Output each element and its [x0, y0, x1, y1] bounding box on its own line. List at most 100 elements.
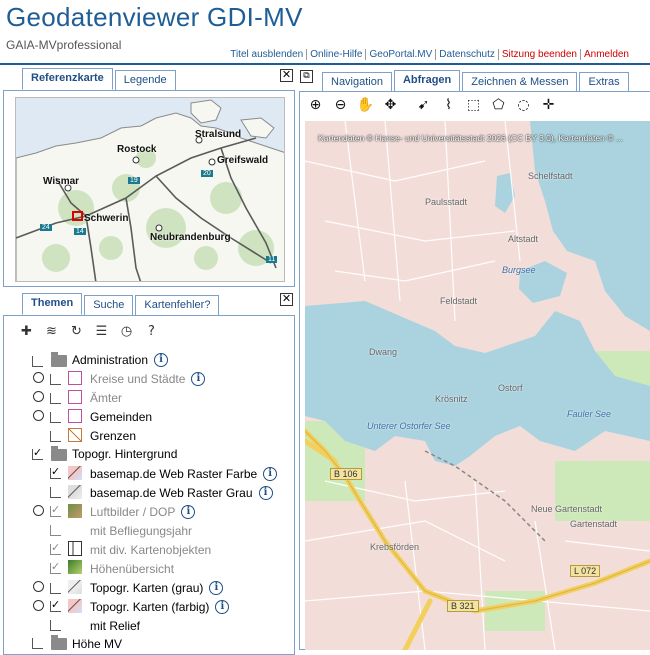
- checkbox[interactable]: [50, 412, 61, 423]
- tree-label: Ämter: [90, 390, 123, 405]
- tree-item-basemap-grau[interactable]: basemap.de Web Raster Grau i: [90, 483, 273, 502]
- checkbox-checked[interactable]: ✓: [50, 542, 61, 555]
- info-icon[interactable]: i: [263, 466, 278, 481]
- radio-button[interactable]: [33, 372, 44, 383]
- checkbox[interactable]: [50, 487, 61, 498]
- info-icon[interactable]: i: [181, 504, 196, 519]
- move-icon[interactable]: ✥: [380, 95, 401, 115]
- tree-item-administration[interactable]: Administration i: [72, 350, 169, 369]
- clock-icon[interactable]: ◷: [118, 323, 135, 340]
- radio-button[interactable]: [33, 410, 44, 421]
- shield-20: 20: [201, 170, 213, 177]
- info-polygon-icon[interactable]: ⬠: [488, 95, 509, 115]
- tree-item-topogr-farbig[interactable]: Topogr. Karten (farbig) i: [90, 597, 230, 616]
- map-label-altstadt: Altstadt: [508, 234, 539, 244]
- checkbox-checked[interactable]: ✓: [32, 447, 43, 460]
- layers-stack-icon[interactable]: ☰: [93, 323, 110, 340]
- info-icon[interactable]: i: [191, 371, 206, 386]
- tab-themen[interactable]: Themen: [22, 293, 83, 315]
- overview-label-stralsund: Stralsund: [195, 129, 242, 140]
- main-tabbar: Navigation Abfragen Zeichnen & Messen Ex…: [322, 70, 631, 92]
- checkbox-checked[interactable]: ✓: [50, 504, 61, 517]
- link-titel-ausblenden[interactable]: Titel ausblenden: [227, 49, 308, 60]
- checkbox[interactable]: [50, 620, 61, 631]
- tree-item-aemter[interactable]: Ämter: [90, 388, 122, 407]
- tree-label: Topogr. Karten (grau): [90, 580, 204, 595]
- tab-kartenfehler[interactable]: Kartenfehler?: [135, 295, 220, 315]
- tree-item-kreise[interactable]: Kreise und Städte i: [90, 369, 206, 388]
- radio-button[interactable]: [33, 505, 44, 516]
- checkbox-checked[interactable]: ✓: [50, 561, 61, 574]
- zoom-in-icon[interactable]: ⊕: [305, 95, 326, 115]
- shield-11: 11: [266, 256, 278, 263]
- radio-button[interactable]: [33, 391, 44, 402]
- info-polyline-icon[interactable]: ⌇: [438, 95, 459, 115]
- tree-label: mit Befliegungsjahr: [90, 523, 193, 538]
- tab-extras[interactable]: Extras: [579, 72, 629, 92]
- legend-swatch: [68, 485, 82, 499]
- info-circle-icon[interactable]: ◌: [513, 95, 534, 115]
- overview-map-graphic: [16, 98, 284, 281]
- checkbox[interactable]: [32, 356, 43, 367]
- info-rectangle-icon[interactable]: ⬚: [463, 95, 484, 115]
- layers-icon[interactable]: ≋: [43, 323, 60, 340]
- tree-item-topogr-hintergrund[interactable]: Topogr. Hintergrund: [72, 444, 177, 463]
- overview-map[interactable]: Stralsund Rostock Greifswald Wismar Schw…: [15, 97, 285, 282]
- zoom-out-icon[interactable]: ⊖: [330, 95, 351, 115]
- checkbox[interactable]: [50, 431, 61, 442]
- tab-suche[interactable]: Suche: [84, 295, 134, 315]
- info-coordinate-icon[interactable]: ✛: [538, 95, 559, 115]
- tree-item-basemap-farbe[interactable]: basemap.de Web Raster Farbe i: [90, 464, 278, 483]
- checkbox[interactable]: [50, 525, 61, 536]
- map-attribution: Kartendaten © Hanse- und Universitätssta…: [318, 133, 623, 143]
- tree-item-kartenobjekten[interactable]: mit div. Kartenobjekten: [90, 540, 211, 559]
- close-icon[interactable]: ✕: [280, 293, 293, 306]
- tab-zeichnen-messen[interactable]: Zeichnen & Messen: [462, 72, 578, 92]
- link-anmelden[interactable]: Anmelden: [581, 49, 632, 60]
- tab-referenzkarte[interactable]: Referenzkarte: [22, 68, 113, 90]
- overview-label-wismar: Wismar: [43, 176, 80, 187]
- help-icon[interactable]: ?: [143, 323, 160, 340]
- tree-label: mit Relief: [90, 618, 141, 633]
- tab-navigation[interactable]: Navigation: [322, 72, 392, 92]
- radio-button[interactable]: [33, 600, 44, 611]
- link-online-hilfe[interactable]: Online-Hilfe: [307, 49, 367, 60]
- checkbox[interactable]: [32, 638, 43, 649]
- map-toolbar: ⊕ ⊖ ✋ ✥ ➹ ⌇ ⬚ ⬠ ◌ ✛: [305, 93, 559, 117]
- tree-item-luftbilder[interactable]: Luftbilder / DOP i: [90, 502, 196, 521]
- link-geoportal[interactable]: GeoPortal.MV: [366, 49, 437, 60]
- tree-item-topogr-grau[interactable]: Topogr. Karten (grau) i: [90, 578, 224, 597]
- checkbox-checked[interactable]: ✓: [50, 599, 61, 612]
- info-icon[interactable]: i: [258, 485, 273, 500]
- tree-item-befliegungsjahr[interactable]: mit Befliegungsjahr: [90, 521, 192, 540]
- add-layer-icon[interactable]: ✚: [18, 323, 35, 340]
- legend-swatch: [68, 409, 82, 423]
- tree-item-mit-relief[interactable]: mit Relief: [90, 616, 140, 635]
- checkbox[interactable]: [50, 583, 61, 594]
- map-label-unterer-ostorfer-see: Unterer Ostorfer See: [367, 421, 451, 431]
- info-icon[interactable]: i: [215, 599, 230, 614]
- restore-window-icon[interactable]: ⧉: [300, 70, 313, 83]
- link-sitzung-beenden[interactable]: Sitzung beenden: [499, 49, 581, 60]
- info-point-icon[interactable]: ➹: [413, 95, 434, 115]
- checkbox[interactable]: [50, 374, 61, 385]
- radio-button[interactable]: [33, 581, 44, 592]
- checkbox-checked[interactable]: ✓: [50, 466, 61, 479]
- overview-label-neubrandenburg: Neubrandenburg: [150, 232, 231, 243]
- tab-legende[interactable]: Legende: [114, 70, 176, 90]
- tree-item-hoehenuebersicht[interactable]: Höhenübersicht: [90, 559, 174, 578]
- pan-hand-icon[interactable]: ✋: [355, 95, 376, 115]
- shield-14: 14: [74, 228, 86, 235]
- tab-abfragen[interactable]: Abfragen: [393, 70, 461, 92]
- checkbox[interactable]: [50, 393, 61, 404]
- info-icon[interactable]: i: [209, 580, 224, 595]
- info-icon[interactable]: i: [154, 352, 169, 367]
- refresh-icon[interactable]: ↻: [68, 323, 85, 340]
- tree-item-grenzen[interactable]: Grenzen: [90, 426, 136, 445]
- close-icon[interactable]: ✕: [280, 69, 293, 82]
- tree-item-gemeinden[interactable]: Gemeinden: [90, 407, 152, 426]
- road-shield-l072: L 072: [570, 565, 601, 577]
- app-subtitle: GAIA-MVprofessional: [6, 38, 122, 52]
- tree-item-hoehe-mv[interactable]: Höhe MV: [72, 634, 122, 653]
- link-datenschutz[interactable]: Datenschutz: [436, 49, 499, 60]
